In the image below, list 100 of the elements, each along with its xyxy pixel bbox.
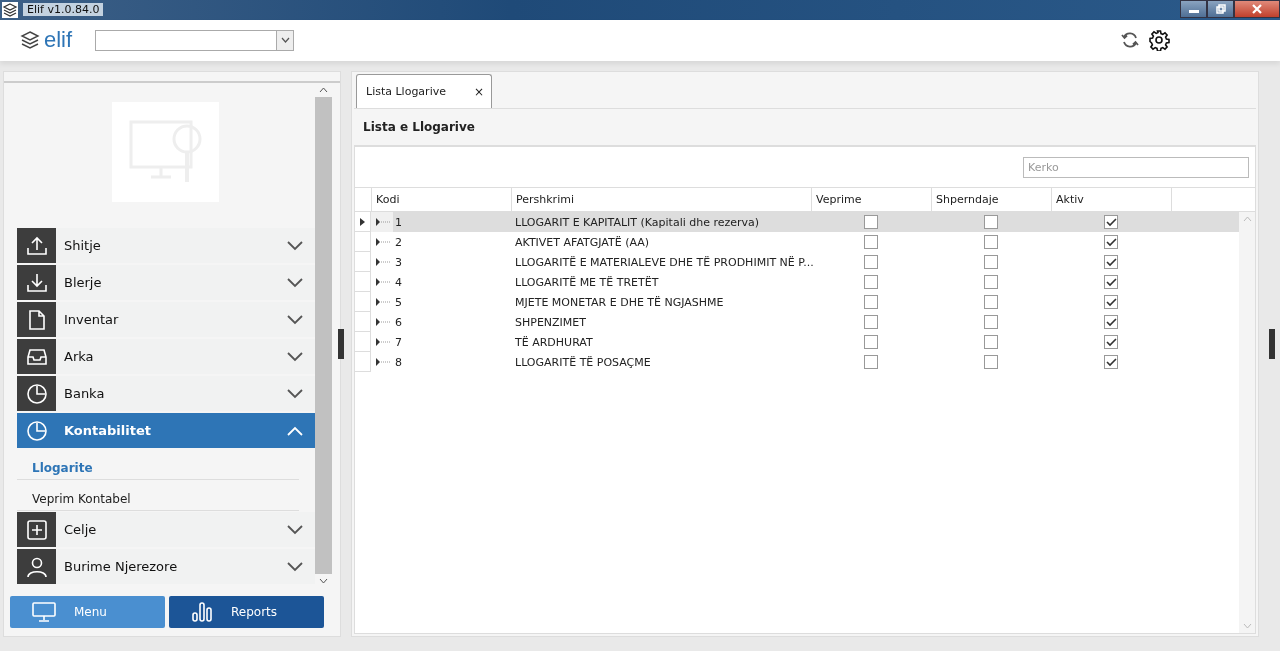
dropdown-field[interactable] bbox=[95, 29, 295, 51]
layers-icon bbox=[20, 30, 40, 51]
checkbox[interactable] bbox=[984, 295, 998, 310]
sidebar-menu-item[interactable]: Celje bbox=[17, 512, 315, 548]
document-tab[interactable]: Lista Llogarive × bbox=[356, 74, 493, 109]
table-cell-text: 8 bbox=[394, 354, 403, 371]
column-header[interactable]: Aktiv bbox=[1052, 188, 1172, 212]
table-row[interactable]: 8 LLOGARITË TË POSAÇME bbox=[355, 352, 1239, 373]
checkbox[interactable] bbox=[1104, 255, 1118, 270]
chevron-down-icon bbox=[287, 388, 303, 399]
checkbox[interactable] bbox=[984, 215, 998, 230]
expand-arrow-icon[interactable] bbox=[375, 297, 393, 308]
chevron-down-icon bbox=[287, 240, 303, 251]
table-row[interactable]: 4 LLOGARITË ME TË TRETËT bbox=[355, 272, 1239, 293]
table-row[interactable]: 5 MJETE MONETAR E DHE TË NGJASHME bbox=[355, 292, 1239, 313]
user-icon bbox=[25, 555, 48, 578]
table-cell: 1 bbox=[393, 212, 511, 233]
table-row[interactable]: 6 SHPENZIMET bbox=[355, 312, 1239, 333]
sidebar-menu-item[interactable]: Arka bbox=[17, 339, 315, 375]
plus-icon bbox=[25, 518, 48, 541]
expand-arrow-icon[interactable] bbox=[375, 257, 393, 268]
chevron-down-icon bbox=[287, 524, 303, 535]
column-header[interactable]: Kodi bbox=[372, 188, 512, 212]
expand-arrow-icon[interactable] bbox=[375, 277, 393, 288]
table-cell-text: LLOGARITË ME TË TRETËT bbox=[514, 274, 660, 291]
checkbox[interactable] bbox=[864, 215, 878, 230]
checkbox[interactable] bbox=[984, 355, 998, 370]
reports-button[interactable]: Reports bbox=[169, 596, 324, 629]
submenu-item[interactable]: Llogarite bbox=[17, 450, 299, 481]
checkbox[interactable] bbox=[984, 235, 998, 250]
checkbox[interactable] bbox=[864, 335, 878, 350]
sidebar-menu-item[interactable]: Burime Njerezore bbox=[17, 549, 315, 585]
search-field[interactable]: Kerko bbox=[1023, 156, 1249, 178]
table-cell-text: LLOGARITË E MATERIALEVE DHE TË PRODHIMIT NË P... bbox=[514, 254, 811, 271]
checkbox[interactable] bbox=[864, 275, 878, 290]
column-header[interactable]: Veprime bbox=[812, 188, 932, 212]
chevron-down-icon bbox=[287, 351, 303, 362]
upload-icon bbox=[25, 234, 48, 257]
app-logo: elif bbox=[44, 27, 73, 54]
checkbox[interactable] bbox=[864, 355, 878, 370]
chevron-down-icon bbox=[287, 277, 303, 288]
table-row[interactable]: 3 LLOGARITË E MATERIALEVE DHE TË PRODHIMIT NË P... bbox=[355, 252, 1239, 273]
table-cell-text: 6 bbox=[394, 314, 403, 331]
restore-button[interactable] bbox=[1207, 0, 1234, 18]
checkbox[interactable] bbox=[864, 295, 878, 310]
table-cell-text: 4 bbox=[394, 274, 403, 291]
splitter-handle[interactable] bbox=[338, 329, 344, 360]
sidebar-menu-item[interactable]: Blerje bbox=[17, 265, 315, 301]
submenu-item[interactable]: Veprim Kontabel bbox=[17, 481, 299, 512]
checkbox[interactable] bbox=[984, 255, 998, 270]
table-cell-text: 7 bbox=[394, 334, 403, 351]
scroll-up-icon[interactable] bbox=[319, 87, 328, 94]
caret-icon bbox=[280, 37, 290, 44]
sidebar-menu-item[interactable]: Banka bbox=[17, 376, 315, 412]
bar-chart-icon bbox=[191, 602, 213, 623]
table-row[interactable]: 2 AKTIVET AFATGJATË (AA) bbox=[355, 232, 1239, 253]
checkbox[interactable] bbox=[1104, 335, 1118, 350]
table-cell-text: 3 bbox=[394, 254, 403, 271]
expand-arrow-icon[interactable] bbox=[375, 317, 393, 328]
checkbox[interactable] bbox=[864, 315, 878, 330]
chevron-down-icon bbox=[287, 561, 303, 572]
expand-arrow-icon[interactable] bbox=[375, 217, 393, 228]
table-row[interactable]: 1 LLOGARIT E KAPITALIT (Kapitali dhe rezerva) bbox=[355, 212, 1239, 233]
checkbox[interactable] bbox=[1104, 355, 1118, 370]
row-pointer-icon bbox=[360, 217, 365, 226]
sidebar-menu-item[interactable]: Kontabilitet bbox=[17, 413, 315, 449]
expand-arrow-icon[interactable] bbox=[375, 237, 393, 248]
checkbox[interactable] bbox=[1104, 235, 1118, 250]
table-cell-text: AKTIVET AFATGJATË (AA) bbox=[514, 234, 651, 251]
checkbox[interactable] bbox=[984, 335, 998, 350]
checkbox[interactable] bbox=[1104, 275, 1118, 290]
sidebar-menu-item[interactable]: Inventar bbox=[17, 302, 315, 338]
checkbox[interactable] bbox=[984, 315, 998, 330]
chevron-up-icon bbox=[287, 425, 303, 436]
checkbox[interactable] bbox=[1104, 215, 1118, 230]
column-header[interactable]: Pershkrimi bbox=[512, 188, 812, 212]
close-button[interactable] bbox=[1234, 0, 1280, 18]
expand-arrow-icon[interactable] bbox=[375, 337, 393, 348]
table-row[interactable]: 7 TË ARDHURAT bbox=[355, 332, 1239, 353]
checkbox[interactable] bbox=[864, 255, 878, 270]
table-cell: LLOGARIT E KAPITALIT (Kapitali dhe rezerva) bbox=[511, 212, 811, 233]
minimize-button[interactable] bbox=[1180, 0, 1207, 18]
scroll-down-icon[interactable] bbox=[319, 578, 328, 585]
close-icon bbox=[1251, 4, 1263, 14]
splitter-handle[interactable] bbox=[1269, 329, 1275, 360]
table-cell-text: SHPENZIMET bbox=[514, 314, 587, 331]
table-cell-text: 5 bbox=[394, 294, 403, 311]
tab-close-button[interactable]: × bbox=[473, 84, 485, 99]
expand-arrow-icon[interactable] bbox=[375, 357, 393, 368]
settings-icon[interactable] bbox=[1148, 29, 1170, 52]
checkbox[interactable] bbox=[984, 275, 998, 290]
table-cell-text: MJETE MONETAR E DHE TË NGJASHME bbox=[514, 294, 725, 311]
checkbox[interactable] bbox=[864, 235, 878, 250]
checkbox[interactable] bbox=[1104, 295, 1118, 310]
column-header[interactable]: Shperndaje bbox=[932, 188, 1052, 212]
table-cell-text: TË ARDHURAT bbox=[514, 334, 594, 351]
table-cell-text: LLOGARITË TË POSAÇME bbox=[514, 354, 652, 371]
checkbox[interactable] bbox=[1104, 315, 1118, 330]
window-title: Elif v1.0.84.0 bbox=[23, 3, 104, 17]
sidebar-menu-item[interactable]: Shitje bbox=[17, 228, 315, 264]
